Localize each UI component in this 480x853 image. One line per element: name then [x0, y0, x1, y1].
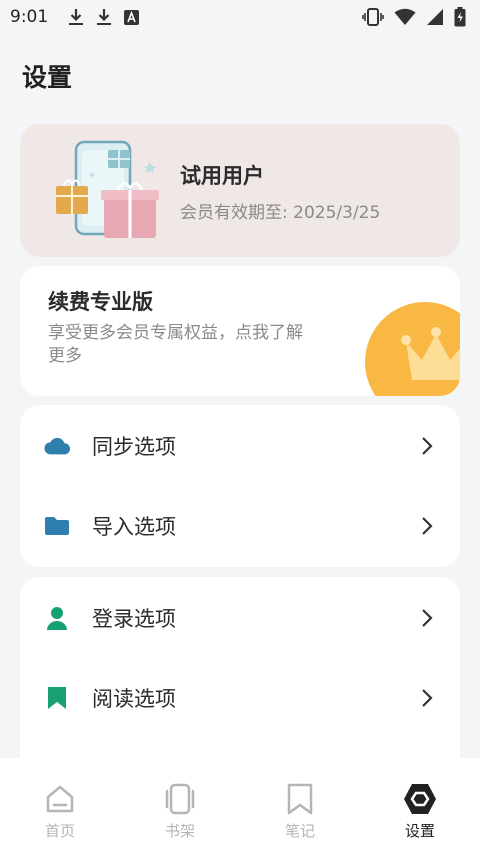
renew-description: 享受更多会员专属权益，点我了解更多 — [48, 323, 303, 366]
menu-group-sync-import: 同步选项 导入选项 — [20, 405, 460, 567]
menu-item-label: 同步选项 — [92, 435, 176, 459]
status-right — [362, 7, 466, 27]
chevron-right-icon — [422, 689, 433, 707]
renew-pro-card[interactable]: 续费专业版 享受更多会员专属权益，点我了解更多 — [20, 266, 460, 396]
member-expiry: 会员有效期至: 2025/3/25 — [180, 203, 381, 223]
menu-item-sync[interactable]: 同步选项 — [20, 406, 460, 486]
menu-item-label: 阅读选项 — [92, 687, 176, 711]
bottom-nav: 首页 书架 笔记 设置 — [0, 758, 480, 853]
user-icon — [44, 605, 70, 631]
nav-item-bookshelf[interactable]: 书架 — [120, 758, 240, 853]
menu-item-label: 导入选项 — [92, 515, 176, 539]
renew-title: 续费专业版 — [48, 290, 153, 314]
member-card[interactable]: 试用用户 会员有效期至: 2025/3/25 — [20, 124, 460, 257]
menu-item-import[interactable]: 导入选项 — [20, 486, 460, 566]
download-icon — [68, 8, 84, 26]
download-icon — [96, 8, 112, 26]
nav-label: 笔记 — [284, 822, 315, 840]
chevron-right-icon — [422, 609, 433, 627]
bookmark-outline-icon — [283, 782, 317, 816]
chevron-right-icon — [422, 437, 433, 455]
chevron-right-icon — [422, 517, 433, 535]
menu-group-login-reading: 登录选项 阅读选项 — [20, 577, 460, 777]
page-title: 设置 — [22, 63, 73, 92]
menu-item-label: 登录选项 — [92, 607, 176, 631]
status-left: 9:01 — [10, 7, 140, 27]
battery-icon — [454, 7, 466, 27]
cloud-icon — [44, 433, 70, 459]
gift-phone-illustration — [56, 140, 159, 238]
nav-label: 首页 — [44, 822, 75, 840]
signal-icon — [426, 8, 444, 26]
member-name: 试用用户 — [180, 164, 264, 188]
menu-item-reading[interactable]: 阅读选项 — [20, 658, 460, 738]
crown-icon — [401, 327, 460, 380]
wifi-icon — [394, 8, 416, 26]
nav-item-settings[interactable]: 设置 — [360, 758, 480, 853]
menu-item-login[interactable]: 登录选项 — [20, 578, 460, 658]
member-info: 试用用户 会员有效期至: 2025/3/25 — [180, 160, 380, 223]
status-time: 9:01 — [10, 7, 49, 27]
folder-icon — [44, 513, 70, 539]
bookmark-icon — [44, 685, 70, 711]
settings-hexagon-icon — [403, 782, 437, 816]
font-icon — [124, 9, 140, 25]
bookshelf-icon — [163, 782, 197, 816]
nav-label: 书架 — [164, 822, 195, 840]
home-icon — [43, 782, 77, 816]
vibrate-icon — [362, 8, 384, 26]
status-bar: 9:01 — [0, 0, 480, 34]
nav-label: 设置 — [404, 822, 435, 840]
nav-item-home[interactable]: 首页 — [0, 758, 120, 853]
nav-item-notes[interactable]: 笔记 — [240, 758, 360, 853]
